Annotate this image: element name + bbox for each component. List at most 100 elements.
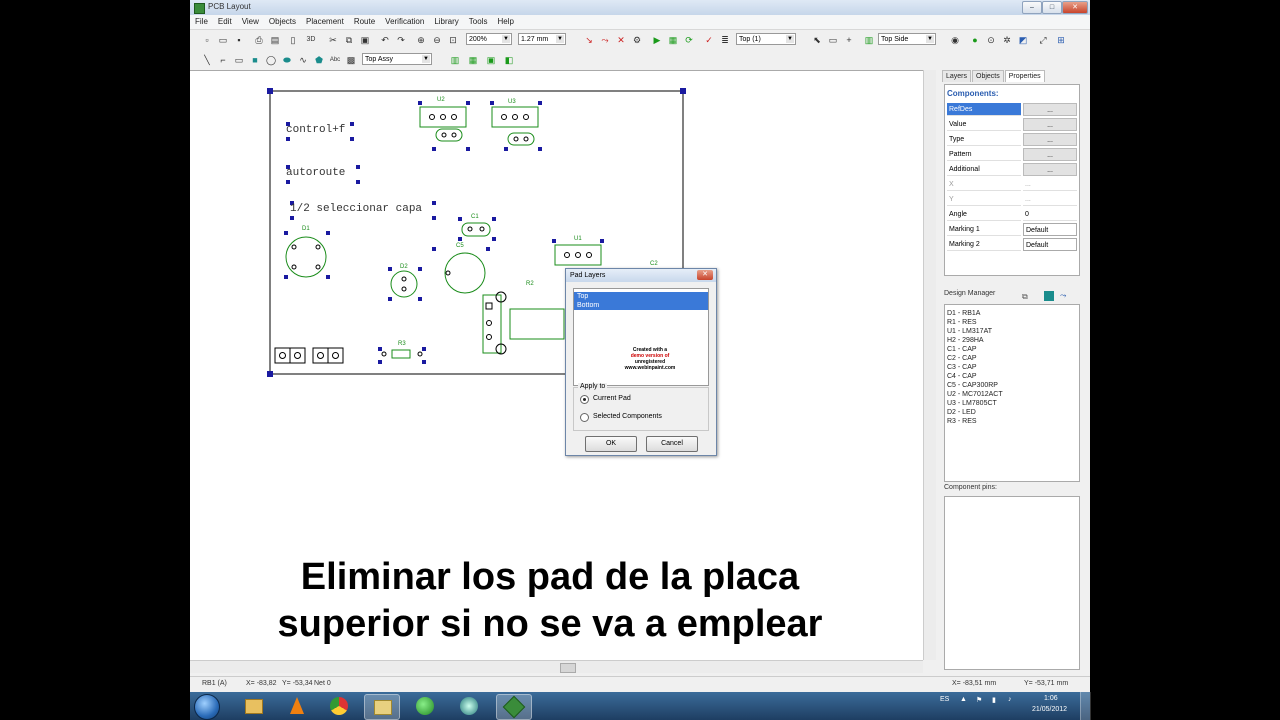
cancel-button[interactable]: Cancel (646, 436, 698, 452)
list-item[interactable]: U1 - LM317AT (947, 327, 992, 336)
minimize-button[interactable]: – (1022, 1, 1042, 14)
prop-row[interactable]: Angle 0 (947, 208, 1077, 222)
cut-icon[interactable]: ✂ (326, 33, 340, 47)
side-icon[interactable]: ▥ (862, 33, 876, 47)
route-manual-icon[interactable]: ⤳ (598, 33, 612, 47)
rectangle-icon[interactable]: ▭ (232, 53, 246, 67)
prop-row[interactable]: Type... (947, 133, 1077, 147)
list-item[interactable]: C4 - CAP (947, 372, 977, 381)
horizontal-scrollbar[interactable] (190, 660, 923, 673)
zoom-in-icon[interactable]: ⊕ (414, 33, 428, 47)
side-select[interactable]: Top Side ▼ (878, 33, 936, 45)
list-item[interactable]: U3 - LM7805CT (947, 399, 997, 408)
menu-tools[interactable]: Tools (464, 15, 493, 28)
menu-placement[interactable]: Placement (301, 15, 349, 28)
prop-row[interactable]: Additional... (947, 163, 1077, 177)
network-icon[interactable]: ▮ (992, 696, 996, 704)
component-icon[interactable]: ▥ (448, 53, 462, 67)
page-icon[interactable]: ▯ (286, 33, 300, 47)
copy-icon[interactable]: ⧉ (1022, 292, 1028, 302)
prop-row[interactable]: X... (947, 178, 1077, 192)
binoculars-icon[interactable]: ◉ (948, 33, 962, 47)
list-item[interactable]: C3 - CAP (947, 363, 977, 372)
tab-properties[interactable]: Properties (1004, 70, 1045, 82)
chart-icon[interactable]: ◩ (1016, 33, 1030, 47)
cross-icon[interactable]: + (842, 33, 856, 47)
prop-row[interactable]: Marking 1 Default (947, 223, 1077, 237)
prop-row[interactable]: Pattern... (947, 148, 1077, 162)
layer-select[interactable]: Top (1) ▼ (736, 33, 796, 45)
redo-icon[interactable]: ↷ (394, 33, 408, 47)
pad-icon[interactable]: ▦ (466, 53, 480, 67)
copy-icon[interactable]: ⧉ (342, 33, 356, 47)
close-button[interactable]: ✕ (1062, 1, 1088, 14)
measure-icon[interactable]: ▭ (826, 33, 840, 47)
ok-button[interactable]: OK (585, 436, 637, 452)
scroll-thumb[interactable] (560, 663, 576, 673)
prop-row[interactable]: Value... (947, 118, 1077, 132)
chrome-icon[interactable] (322, 694, 356, 718)
list-item[interactable]: H2 - 298HA (947, 336, 984, 345)
menu-route[interactable]: Route (349, 15, 380, 28)
component-view-icon[interactable] (1044, 291, 1054, 301)
pin-icon[interactable]: ● (968, 33, 982, 47)
drc-icon[interactable]: ✓ (702, 33, 716, 47)
layer-item-top[interactable]: Top (574, 292, 708, 301)
menu-objects[interactable]: Objects (264, 15, 301, 28)
target-icon[interactable]: ⊙ (984, 33, 998, 47)
fill-ellipse-icon[interactable]: ⬬ (280, 53, 294, 67)
menu-view[interactable]: View (237, 15, 264, 28)
open-icon[interactable]: ▭ (216, 33, 230, 47)
tray-arrow-icon[interactable]: ▲ (960, 696, 967, 703)
fill-rect-icon[interactable]: ■ (248, 53, 262, 67)
radio-selected-components[interactable]: Selected Components (580, 412, 710, 422)
place-icon[interactable]: ◧ (502, 53, 516, 67)
zoom-select[interactable]: 200% ▼ (466, 33, 512, 45)
menu-file[interactable]: File (190, 15, 213, 28)
undo-icon[interactable]: ↶ (378, 33, 392, 47)
grid-icon[interactable]: ⊞ (1054, 33, 1068, 47)
refresh-icon[interactable]: ⟳ (682, 33, 696, 47)
preview-icon[interactable]: ▤ (268, 33, 282, 47)
prop-row[interactable]: Marking 2 Default (947, 238, 1077, 252)
ellipse-icon[interactable]: ◯ (264, 53, 278, 67)
language-indicator[interactable]: ES (940, 696, 949, 703)
show-desktop-button[interactable] (1080, 692, 1091, 720)
list-item[interactable]: U2 - MC7012ACT (947, 390, 1003, 399)
select-icon[interactable]: ⬉ (810, 33, 824, 47)
list-item[interactable]: R3 - RES (947, 417, 977, 426)
maximize-button[interactable]: □ (1042, 1, 1062, 14)
route-options-icon[interactable]: ⚙ (630, 33, 644, 47)
prop-row[interactable]: RefDes... (947, 103, 1077, 117)
list-item[interactable]: D1 - RB1A (947, 309, 980, 318)
layer-list[interactable]: Top Bottom Created with a demo version o… (573, 288, 709, 386)
polygon-icon[interactable]: ⬟ (312, 53, 326, 67)
save-icon[interactable]: ▪ (232, 33, 246, 47)
satellite-icon[interactable] (452, 694, 486, 718)
prop-row[interactable]: Y... (947, 193, 1077, 207)
dialog-close-button[interactable]: ✕ (697, 270, 713, 280)
menu-edit[interactable]: Edit (213, 15, 237, 28)
list-item[interactable]: C5 - CAP300RP (947, 381, 998, 390)
route-icon[interactable]: ↘ (582, 33, 596, 47)
list-item[interactable]: R1 - RES (947, 318, 977, 327)
start-button[interactable] (194, 694, 220, 720)
paste-icon[interactable]: ▣ (358, 33, 372, 47)
flag-icon[interactable]: ⚑ (976, 696, 982, 704)
line-icon[interactable]: ╲ (200, 53, 214, 67)
resize-icon[interactable]: ⤢ (1036, 33, 1050, 47)
list-item[interactable]: C2 - CAP (947, 354, 977, 363)
grid-select[interactable]: 1.27 mm ▼ (518, 33, 566, 45)
menu-verification[interactable]: Verification (380, 15, 429, 28)
assy-select[interactable]: Top Assy ▼ (362, 53, 432, 65)
via-icon[interactable]: ▣ (484, 53, 498, 67)
pcb-app-icon[interactable] (496, 694, 532, 720)
radio-current-pad[interactable]: Current Pad (580, 394, 710, 404)
volume-icon[interactable]: ♪ (1008, 696, 1012, 703)
polyline-icon[interactable]: ⌐ (216, 53, 230, 67)
autoroute-icon[interactable]: ▦ (666, 33, 680, 47)
menu-help[interactable]: Help (492, 15, 518, 28)
globe-icon[interactable] (408, 694, 442, 718)
print-icon[interactable]: ⎙ (252, 33, 266, 47)
unroute-icon[interactable]: ✕ (614, 33, 628, 47)
